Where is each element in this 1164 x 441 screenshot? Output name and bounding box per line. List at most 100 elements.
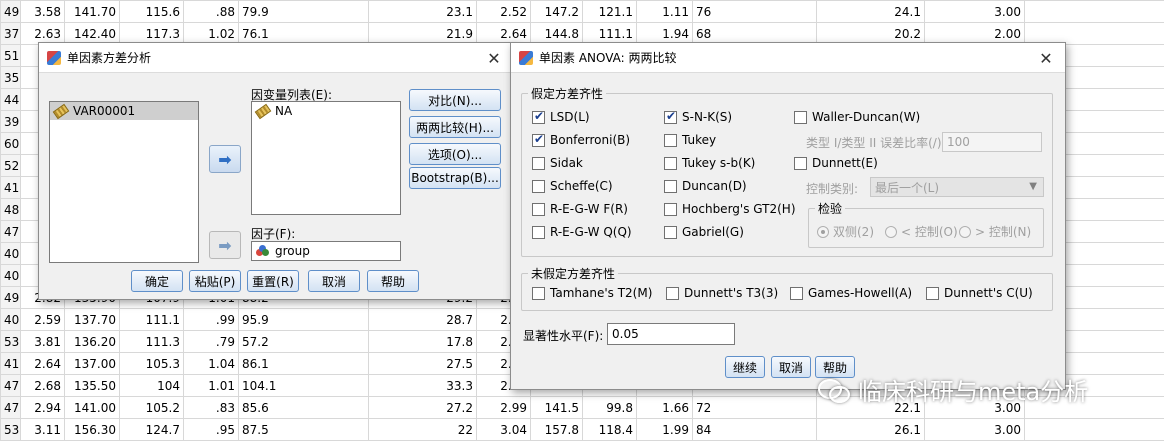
table-cell[interactable]: 3.81 xyxy=(21,331,65,353)
posthoc-option-checkbox[interactable]: Tukey xyxy=(664,133,716,147)
contrasts-button[interactable]: 对比(N)... xyxy=(409,89,501,111)
table-cell[interactable]: 104.1 xyxy=(239,375,369,397)
table-cell[interactable]: 2.52 xyxy=(477,1,531,23)
table-cell[interactable]: 1.11 xyxy=(637,1,693,23)
factor-item[interactable]: group xyxy=(252,242,400,260)
posthoc-option-checkbox[interactable]: Scheffe(C) xyxy=(532,179,613,193)
cancel-button[interactable]: 取消 xyxy=(308,270,360,292)
table-cell[interactable]: 44 xyxy=(1,89,21,111)
table-cell[interactable]: .95 xyxy=(184,419,239,441)
table-cell[interactable]: 1.04 xyxy=(184,353,239,375)
posthoc-option-checkbox[interactable]: Gabriel(G) xyxy=(664,225,744,239)
significance-input[interactable]: 0.05 xyxy=(607,323,735,345)
test-greater-control-radio[interactable]: > 控制(N) xyxy=(959,223,1031,240)
table-cell[interactable]: 99.8 xyxy=(583,397,637,419)
unequal-option-checkbox[interactable]: Tamhane's T2(M) xyxy=(532,286,652,300)
control-category-select[interactable]: 最后一个(L) ▼ xyxy=(870,177,1044,197)
table-cell[interactable]: 136.20 xyxy=(65,331,120,353)
unequal-option-checkbox[interactable]: Dunnett's T3(3) xyxy=(666,286,778,300)
close-icon[interactable]: ✕ xyxy=(485,49,503,68)
table-cell[interactable]: 41 xyxy=(1,353,21,375)
table-cell[interactable]: 157.8 xyxy=(531,419,583,441)
table-cell[interactable]: 3.11 xyxy=(21,419,65,441)
table-cell[interactable]: 121.1 xyxy=(583,1,637,23)
move-to-factor-button[interactable]: ➡ xyxy=(209,231,241,259)
factor-field[interactable]: group xyxy=(251,241,401,261)
table-cell[interactable]: 137.70 xyxy=(65,309,120,331)
table-cell[interactable]: 115.6 xyxy=(120,1,184,23)
table-cell[interactable]: 57.2 xyxy=(239,331,369,353)
table-cell[interactable]: 27.2 xyxy=(369,397,477,419)
table-cell[interactable]: 3.58 xyxy=(21,1,65,23)
table-cell[interactable]: 49 xyxy=(1,1,21,23)
waller-duncan-checkbox[interactable]: Waller-Duncan(W) xyxy=(794,110,920,124)
table-cell[interactable]: .99 xyxy=(184,309,239,331)
table-cell[interactable]: 3.04 xyxy=(477,419,531,441)
table-cell[interactable]: 2.94 xyxy=(21,397,65,419)
table-cell[interactable]: 118.4 xyxy=(583,419,637,441)
table-cell[interactable]: 105.3 xyxy=(120,353,184,375)
table-cell[interactable]: 51 xyxy=(1,45,21,67)
post-hoc-button[interactable]: 两两比较(H)... xyxy=(409,116,501,138)
reset-button[interactable]: 重置(R) xyxy=(247,270,299,292)
table-cell[interactable]: 85.6 xyxy=(239,397,369,419)
table-cell[interactable]: .88 xyxy=(184,1,239,23)
table-cell[interactable]: 40 xyxy=(1,265,21,287)
dunnett-checkbox[interactable]: Dunnett(E) xyxy=(794,156,878,170)
table-cell[interactable]: 135.50 xyxy=(65,375,120,397)
table-cell[interactable]: 141.00 xyxy=(65,397,120,419)
table-cell[interactable]: 111.3 xyxy=(120,331,184,353)
table-cell[interactable]: 105.2 xyxy=(120,397,184,419)
table-cell[interactable]: 52 xyxy=(1,155,21,177)
table-cell[interactable]: 79.9 xyxy=(239,1,369,23)
table-cell[interactable]: 49 xyxy=(1,287,21,309)
table-cell[interactable]: 23.1 xyxy=(369,1,477,23)
table-cell[interactable]: 53 xyxy=(1,419,21,441)
table-cell[interactable]: 141.70 xyxy=(65,1,120,23)
posthoc-option-checkbox[interactable]: S-N-K(S) xyxy=(664,110,732,124)
table-cell[interactable] xyxy=(1025,419,1164,441)
dependent-variable-item[interactable]: NA xyxy=(252,102,400,120)
table-cell[interactable]: 84 xyxy=(693,419,817,441)
table-cell[interactable]: 3.00 xyxy=(925,1,1025,23)
table-cell[interactable]: 27.5 xyxy=(369,353,477,375)
posthoc-option-checkbox[interactable]: Duncan(D) xyxy=(664,179,747,193)
table-cell[interactable]: 111.1 xyxy=(120,309,184,331)
table-cell[interactable]: 104 xyxy=(120,375,184,397)
table-cell[interactable]: 47 xyxy=(1,375,21,397)
posthoc-option-checkbox[interactable]: Sidak xyxy=(532,156,583,170)
table-cell[interactable]: 53 xyxy=(1,331,21,353)
continue-button[interactable]: 继续 xyxy=(725,356,765,378)
test-two-sided-radio[interactable]: 双侧(2) xyxy=(817,223,874,240)
table-cell[interactable]: 24.1 xyxy=(817,1,925,23)
table-cell[interactable]: 28.7 xyxy=(369,309,477,331)
posthoc-option-checkbox[interactable]: Hochberg's GT2(H) xyxy=(664,202,796,216)
table-cell[interactable]: 48 xyxy=(1,199,21,221)
dependent-variable-list[interactable]: NA xyxy=(251,101,401,215)
table-cell[interactable]: 72 xyxy=(693,397,817,419)
table-cell[interactable]: 147.2 xyxy=(531,1,583,23)
posthoc-option-checkbox[interactable]: R-E-G-W F(R) xyxy=(532,202,628,216)
table-cell[interactable]: 37 xyxy=(1,23,21,45)
table-cell[interactable]: 95.9 xyxy=(239,309,369,331)
table-cell[interactable]: 41 xyxy=(1,177,21,199)
error-ratio-input[interactable]: 100 xyxy=(942,132,1042,152)
close-icon[interactable]: ✕ xyxy=(1037,49,1055,68)
table-cell[interactable]: 26.1 xyxy=(817,419,925,441)
table-cell[interactable]: 47 xyxy=(1,397,21,419)
table-cell[interactable]: 1.66 xyxy=(637,397,693,419)
posthoc-option-checkbox[interactable]: LSD(L) xyxy=(532,110,590,124)
table-cell[interactable]: 17.8 xyxy=(369,331,477,353)
table-cell[interactable]: 1.99 xyxy=(637,419,693,441)
table-cell[interactable]: 39 xyxy=(1,111,21,133)
ok-button[interactable]: 确定 xyxy=(131,270,183,292)
table-cell[interactable]: 2.59 xyxy=(21,309,65,331)
table-cell[interactable]: 40 xyxy=(1,309,21,331)
unequal-option-checkbox[interactable]: Dunnett's C(U) xyxy=(926,286,1033,300)
test-less-control-radio[interactable]: < 控制(O) xyxy=(885,223,958,240)
source-variable-list[interactable]: VAR00001 xyxy=(49,101,199,263)
table-cell[interactable]: 141.5 xyxy=(531,397,583,419)
table-cell[interactable]: 2.64 xyxy=(21,353,65,375)
table-cell[interactable]: 137.00 xyxy=(65,353,120,375)
table-cell[interactable]: 87.5 xyxy=(239,419,369,441)
